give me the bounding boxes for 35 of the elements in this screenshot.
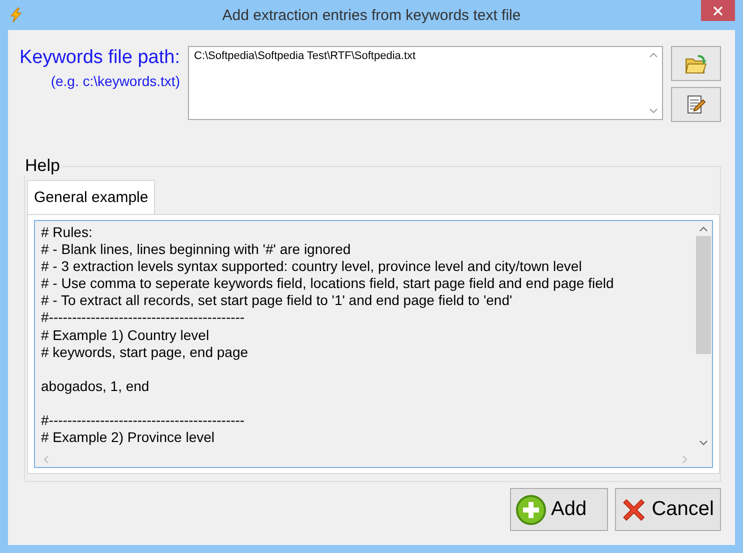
scroll-down-icon[interactable]	[649, 108, 658, 114]
close-button[interactable]	[701, 0, 735, 21]
add-button[interactable]: Add	[510, 488, 608, 531]
scroll-up-icon[interactable]	[699, 226, 708, 232]
help-line: # Example 2) Province level	[41, 429, 215, 446]
help-line: #------------------------------------------	[41, 412, 245, 428]
tab[interactable]: General example	[27, 180, 156, 214]
open-folder-button[interactable]	[671, 46, 721, 81]
field-hint: (e.g. c:\keywords.txt)	[50, 72, 180, 91]
window-title: Add extraction entries from keywords text file	[222, 6, 521, 24]
path-field[interactable]: C:\Softpedia\Softpedia Test\RTF\Softpedia.txt	[188, 46, 663, 120]
group-title: Help	[24, 156, 61, 176]
scroll-up-icon[interactable]	[649, 52, 658, 58]
help-line: # Example 1) Country level	[41, 326, 210, 343]
help-line: # Rules:	[41, 224, 92, 240]
scroll-down-icon[interactable]	[699, 440, 708, 446]
help-line: # - 3 extraction levels syntax supported: country level, province level and city/town level	[41, 258, 582, 274]
lightning-icon	[8, 7, 24, 23]
plus-icon	[515, 494, 547, 526]
help-line: # - Use comma to seperate keywords field, locations field, start page field and end page field	[41, 275, 614, 292]
cancel-button[interactable]: Cancel	[615, 488, 721, 531]
help-line: # - Blank lines, lines beginning with '#' are ignored	[41, 241, 351, 258]
help-line: abogados, 1, end	[41, 378, 150, 394]
close-icon	[713, 6, 723, 16]
field-label: Keywords file path:	[19, 46, 180, 70]
edit-document-button[interactable]	[671, 87, 721, 122]
help-line: # - To extract all records, set start page field to '1' and end page field to 'end'	[41, 292, 512, 308]
help-line: #------------------------------------------	[41, 309, 245, 326]
edit-document-icon	[685, 94, 707, 116]
scrollbar-thumb[interactable]	[696, 236, 711, 354]
scroll-left-icon[interactable]	[43, 454, 49, 464]
scroll-right-icon[interactable]	[682, 454, 688, 464]
help-text-area[interactable]	[34, 220, 713, 468]
folder-icon	[684, 52, 708, 74]
help-line: # keywords, start page, end page	[41, 344, 248, 360]
